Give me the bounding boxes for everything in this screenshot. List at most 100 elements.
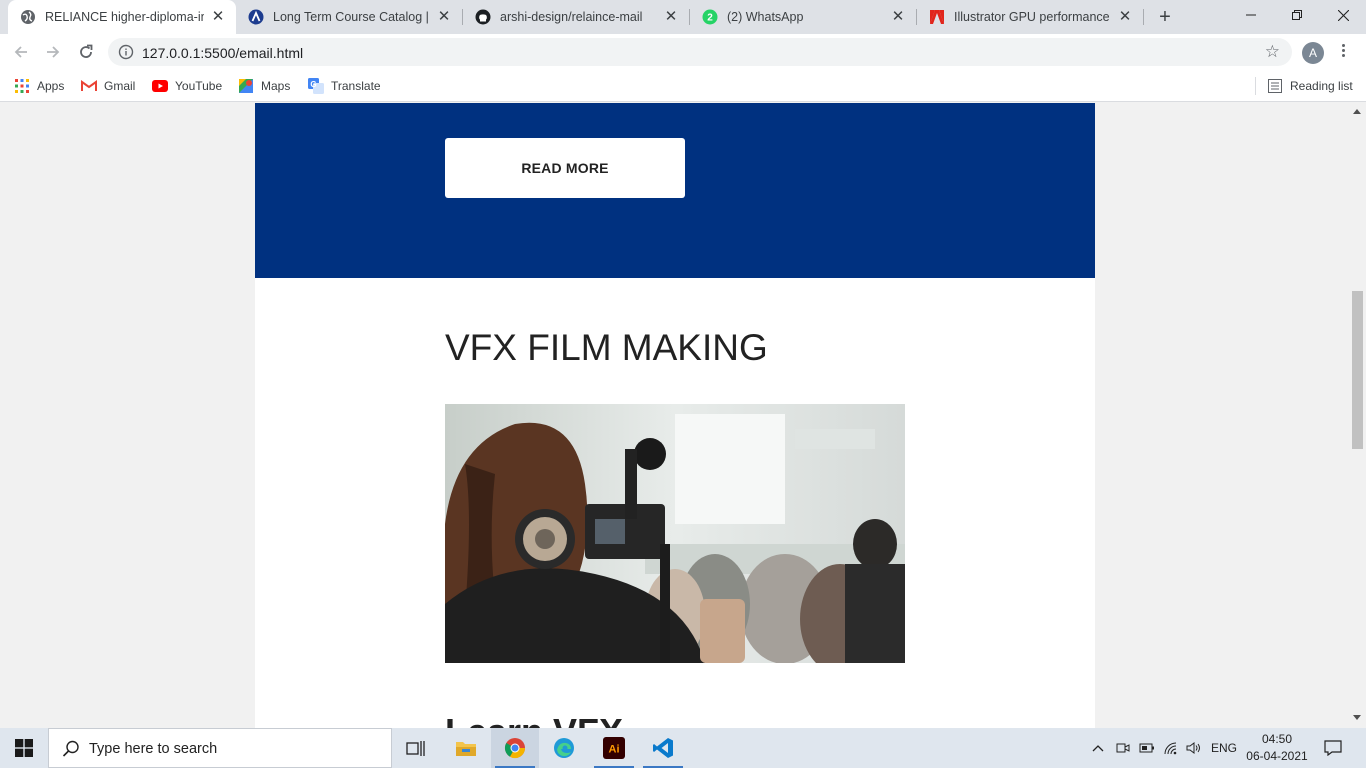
translate-icon: G: [308, 78, 324, 94]
restore-button[interactable]: [1274, 0, 1320, 30]
address-bar[interactable]: 127.0.0.1:5500/email.html ☆: [108, 38, 1292, 66]
bookmark-label: YouTube: [175, 79, 223, 93]
page-scrollbar[interactable]: [1349, 103, 1366, 728]
bookmarks-bar: Apps Gmail YouTube Maps G Translate Read…: [0, 70, 1366, 102]
bookmark-maps[interactable]: Maps: [238, 76, 290, 96]
file-explorer-button[interactable]: [442, 728, 490, 768]
tab-title: (2) WhatsApp: [727, 10, 804, 24]
taskbar-search[interactable]: Type here to search: [48, 728, 392, 768]
reload-icon: [80, 44, 93, 58]
browser-menu-icon[interactable]: [1338, 42, 1348, 62]
gmail-icon: [81, 78, 97, 94]
volume-icon[interactable]: [1184, 728, 1204, 768]
tab-github[interactable]: arshi-design/relaince-mail ✕: [463, 0, 689, 34]
bookmark-label: Gmail: [104, 79, 136, 93]
meet-now-icon[interactable]: [1113, 728, 1133, 768]
windows-taskbar: Type here to search Ai ENG 04:50 06-04-2…: [0, 728, 1366, 768]
close-tab-icon[interactable]: ✕: [890, 9, 906, 25]
info-icon[interactable]: [118, 44, 134, 60]
vfx-filmmaking-photo: [445, 404, 905, 663]
start-button[interactable]: [0, 728, 48, 768]
maps-icon: [238, 78, 254, 94]
minimize-icon: [1246, 14, 1256, 16]
tab-whatsapp[interactable]: 2 (2) WhatsApp ✕: [690, 0, 916, 34]
page-viewport: READ MORE VFX FILM MAKING: [0, 103, 1366, 728]
tab-title: RELIANCE higher-diploma-in-3: [45, 10, 204, 24]
tab-adobe[interactable]: Illustrator GPU performance | D ✕: [917, 0, 1143, 34]
edge-icon: [554, 738, 574, 758]
url-text[interactable]: 127.0.0.1:5500/email.html: [142, 45, 303, 61]
reading-list-button[interactable]: Reading list: [1267, 76, 1353, 96]
youtube-icon: [152, 78, 168, 94]
scrollbar-thumb[interactable]: [1352, 291, 1363, 449]
close-window-button[interactable]: [1320, 0, 1366, 30]
action-center-button[interactable]: [1318, 728, 1348, 768]
subheading: Learn VFX: [445, 711, 623, 728]
scroll-down-arrow-icon[interactable]: [1353, 715, 1361, 720]
bookmark-label: Translate: [331, 79, 381, 93]
forward-arrow-icon: [47, 46, 60, 58]
tab-reliance[interactable]: RELIANCE higher-diploma-in-3 ✕: [8, 0, 236, 34]
vscode-icon: [653, 738, 673, 758]
back-button[interactable]: [8, 39, 34, 65]
bookmark-translate[interactable]: G Translate: [308, 76, 381, 96]
whatsapp-icon: 2: [702, 9, 718, 25]
taskbar-clock[interactable]: 04:50 06-04-2021: [1246, 731, 1308, 765]
task-view-icon: [406, 741, 425, 756]
tab-separator: [1143, 9, 1144, 25]
back-arrow-icon: [14, 46, 27, 58]
read-more-button[interactable]: READ MORE: [445, 138, 685, 198]
close-tab-icon[interactable]: ✕: [1117, 9, 1133, 25]
edge-taskbar-button[interactable]: [540, 728, 588, 768]
bookmark-gmail[interactable]: Gmail: [81, 76, 135, 96]
search-placeholder: Type here to search: [89, 741, 218, 757]
reading-list-label: Reading list: [1290, 79, 1353, 93]
tab-course-catalog[interactable]: Long Term Course Catalog | Re ✕: [236, 0, 462, 34]
clock-date: 06-04-2021: [1246, 749, 1308, 763]
illustrator-icon: Ai: [603, 737, 625, 759]
globe-icon: [20, 9, 36, 25]
close-tab-icon[interactable]: ✕: [663, 9, 679, 25]
close-tab-icon[interactable]: ✕: [436, 9, 452, 25]
show-hidden-icons-button[interactable]: [1088, 728, 1108, 768]
task-view-button[interactable]: [392, 728, 440, 768]
new-tab-button[interactable]: +: [1154, 6, 1176, 28]
windows-logo-icon: [15, 739, 33, 757]
reading-list-icon: [1267, 78, 1283, 94]
close-icon: [1337, 9, 1349, 21]
battery-icon[interactable]: [1137, 728, 1157, 768]
minimize-button[interactable]: [1228, 0, 1274, 30]
bookmark-apps[interactable]: Apps: [14, 76, 64, 96]
email-container: READ MORE VFX FILM MAKING: [255, 103, 1095, 728]
tab-title: Long Term Course Catalog | Re: [273, 10, 430, 24]
close-tab-icon[interactable]: ✕: [210, 9, 226, 25]
apps-grid-icon: [14, 78, 30, 94]
wifi-icon[interactable]: [1161, 728, 1181, 768]
browser-toolbar: 127.0.0.1:5500/email.html ☆ A: [0, 34, 1366, 70]
svg-text:G: G: [310, 80, 316, 89]
tab-strip: RELIANCE higher-diploma-in-3 ✕ Long Term…: [0, 0, 1366, 34]
notification-icon: [1324, 740, 1342, 756]
chevron-up-icon: [1092, 745, 1104, 752]
tab-title: Illustrator GPU performance | D: [954, 10, 1111, 24]
tab-title: arshi-design/relaince-mail: [500, 10, 643, 24]
hero-banner: READ MORE: [255, 103, 1095, 278]
whatsapp-badge: 2: [707, 13, 713, 24]
bookmark-star-icon[interactable]: ☆: [1265, 42, 1280, 62]
chrome-taskbar-button[interactable]: [491, 728, 539, 768]
clock-time: 04:50: [1261, 732, 1293, 746]
arena-logo-icon: [248, 9, 264, 25]
scroll-up-arrow-icon[interactable]: [1353, 109, 1361, 114]
folder-icon: [456, 742, 476, 756]
bookmarks-separator: [1255, 77, 1256, 95]
restore-icon: [1292, 10, 1302, 20]
svg-text:Ai: Ai: [609, 744, 620, 756]
reload-button[interactable]: [73, 39, 99, 65]
illustrator-taskbar-button[interactable]: Ai: [590, 728, 638, 768]
forward-button[interactable]: [40, 39, 66, 65]
section-title: VFX FILM MAKING: [445, 327, 768, 368]
profile-avatar[interactable]: A: [1302, 42, 1324, 64]
vscode-taskbar-button[interactable]: [639, 728, 687, 768]
language-indicator[interactable]: ENG: [1208, 728, 1240, 768]
bookmark-youtube[interactable]: YouTube: [152, 76, 222, 96]
